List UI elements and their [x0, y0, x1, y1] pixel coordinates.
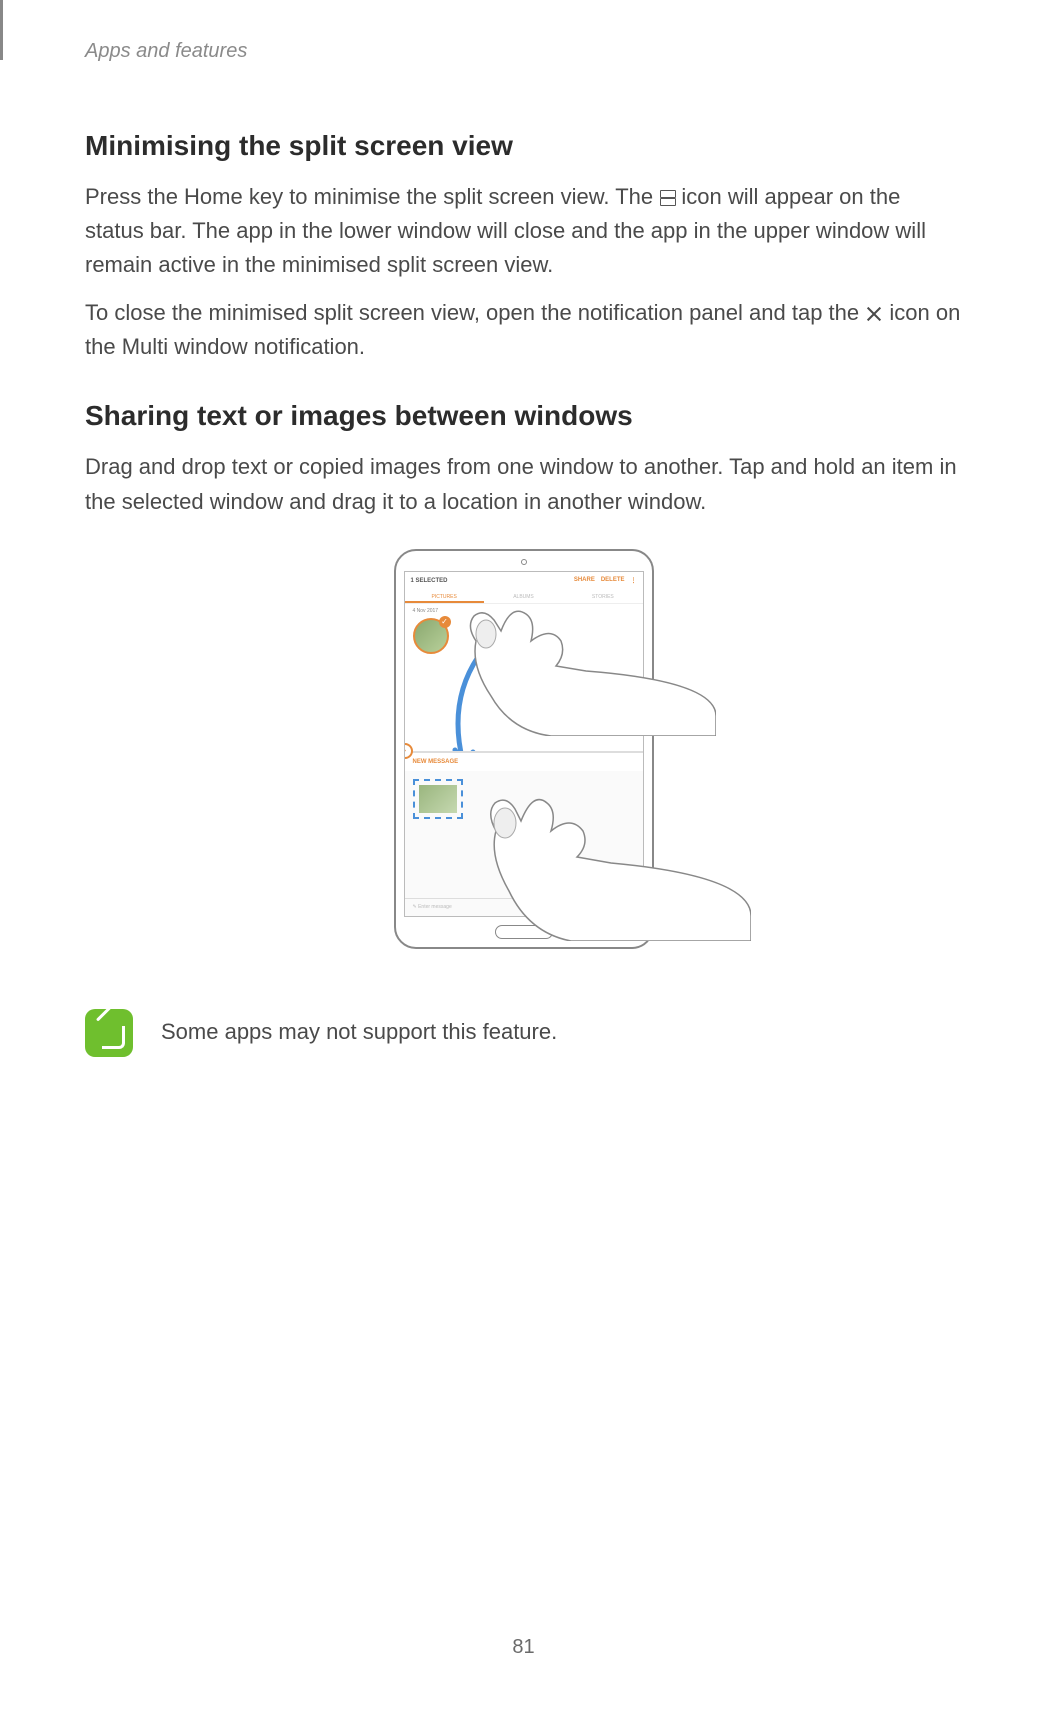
text-fragment: To close the minimised split screen view… — [85, 300, 865, 325]
text-fragment: Press the Home key to minimise the split… — [85, 184, 659, 209]
tab-stories: STORIES — [563, 590, 642, 603]
note-icon — [85, 1009, 133, 1057]
home-button-icon — [495, 925, 553, 939]
tab-albums: ALBUMS — [484, 590, 563, 603]
gallery-tabs: PICTURES ALBUMS STORIES — [405, 590, 643, 604]
split-screen-icon — [659, 190, 675, 206]
tab-pictures: PICTURES — [405, 590, 484, 603]
heading-minimising: Minimising the split screen view — [85, 130, 962, 162]
note-callout: Some apps may not support this feature. — [85, 1009, 962, 1057]
gallery-header: 1 SELECTED SHARE DELETE ⋮ — [405, 572, 643, 590]
message-input-placeholder: ✎ Enter message — [405, 898, 643, 916]
page-number: 81 — [512, 1636, 534, 1659]
camera-icon — [521, 559, 527, 565]
drop-target — [413, 779, 463, 819]
tablet-frame: 1 SELECTED SHARE DELETE ⋮ PICTURES ALBUM… — [394, 549, 654, 949]
date-label: 4 Nov 2017 — [405, 604, 643, 618]
delete-action: DELETE — [601, 577, 625, 584]
selected-thumbnail — [413, 618, 449, 654]
new-message-header: NEW MESSAGE — [405, 753, 643, 771]
device-screen: 1 SELECTED SHARE DELETE ⋮ PICTURES ALBUM… — [404, 571, 644, 917]
page-content: Minimising the split screen view Press t… — [85, 130, 962, 1057]
breadcrumb: Apps and features — [85, 40, 247, 63]
paragraph-minimise-1: Press the Home key to minimise the split… — [85, 180, 962, 282]
top-app-window: 1 SELECTED SHARE DELETE ⋮ PICTURES ALBUM… — [405, 572, 643, 751]
share-action: SHARE — [574, 577, 595, 584]
bottom-app-window: NEW MESSAGE ✎ Enter message — [405, 751, 643, 916]
device-illustration: 1 SELECTED SHARE DELETE ⋮ PICTURES ALBUM… — [85, 549, 962, 949]
enter-message-text: Enter message — [418, 904, 452, 910]
more-icon: ⋮ — [631, 577, 637, 584]
selected-count: 1 SELECTED — [411, 578, 448, 584]
paragraph-minimise-2: To close the minimised split screen view… — [85, 296, 962, 364]
note-text: Some apps may not support this feature. — [161, 1019, 557, 1045]
paragraph-sharing: Drag and drop text or copied images from… — [85, 450, 962, 518]
page-left-border — [0, 0, 3, 60]
close-icon — [865, 305, 883, 323]
heading-sharing: Sharing text or images between windows — [85, 400, 962, 432]
